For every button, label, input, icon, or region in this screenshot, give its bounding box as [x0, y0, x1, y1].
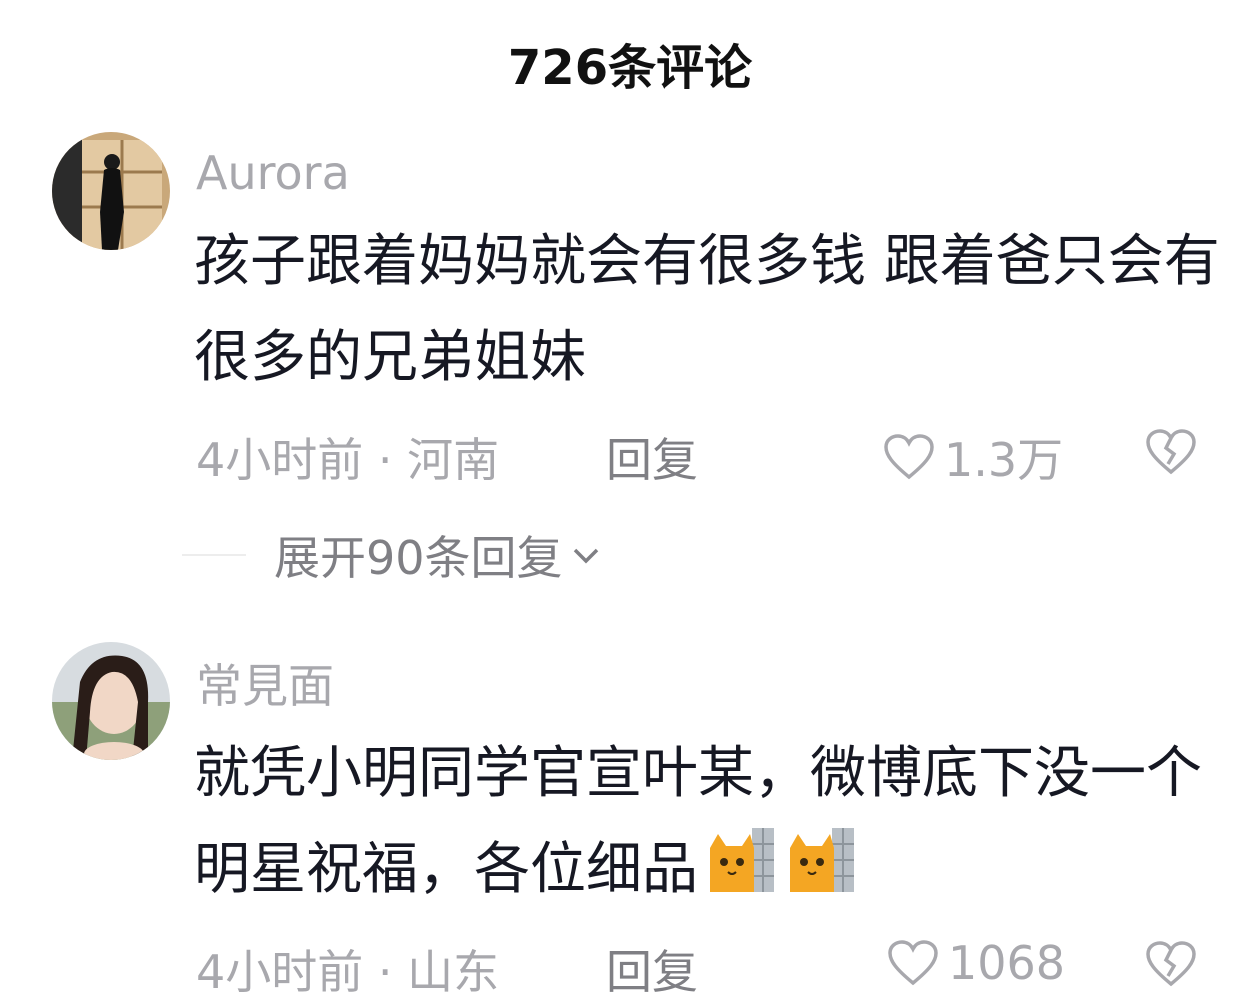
- expand-replies-button[interactable]: 展开90条回复: [274, 522, 603, 588]
- expand-divider: [182, 554, 246, 556]
- comment-text-content: 就凭小明同学官宣叶某，微博底下没一个明星祝福，各位细品: [194, 741, 1202, 902]
- username[interactable]: 常見面: [196, 650, 334, 716]
- like-count: 1068: [948, 936, 1066, 990]
- dislike-button[interactable]: [1144, 940, 1198, 992]
- reply-button[interactable]: 回复: [606, 424, 698, 490]
- like-button[interactable]: 1068: [886, 936, 1065, 990]
- chevron-down-icon: [573, 548, 598, 564]
- like-button[interactable]: 1.3万: [882, 424, 1063, 490]
- comment-time-location: 4小时前 · 山东: [196, 945, 500, 999]
- comment-text: 孩子跟着妈妈就会有很多钱 跟着爸只会有很多的兄弟姐妹: [194, 229, 1220, 390]
- like-count: 1.3万: [944, 433, 1064, 487]
- comment-time-location: 4小时前 · 河南: [196, 433, 500, 487]
- comment-count-title: 726条评论: [507, 40, 753, 96]
- username[interactable]: Aurora: [196, 146, 350, 200]
- avatar[interactable]: [52, 132, 170, 250]
- broken-heart-icon: [1146, 941, 1196, 987]
- broken-heart-icon: [1146, 429, 1196, 475]
- heart-icon: [884, 434, 934, 480]
- cat-peeking-emoji: [786, 824, 858, 896]
- expand-replies-label: 展开90条回复: [274, 531, 563, 585]
- dislike-button[interactable]: [1144, 428, 1198, 480]
- comment-text: 就凭小明同学官宣叶某，微博底下没一个明星祝福，各位细品: [194, 726, 1234, 918]
- avatar[interactable]: [52, 642, 170, 760]
- cat-peeking-emoji: [706, 824, 778, 896]
- heart-icon: [888, 940, 938, 986]
- reply-button[interactable]: 回复: [606, 936, 698, 1002]
